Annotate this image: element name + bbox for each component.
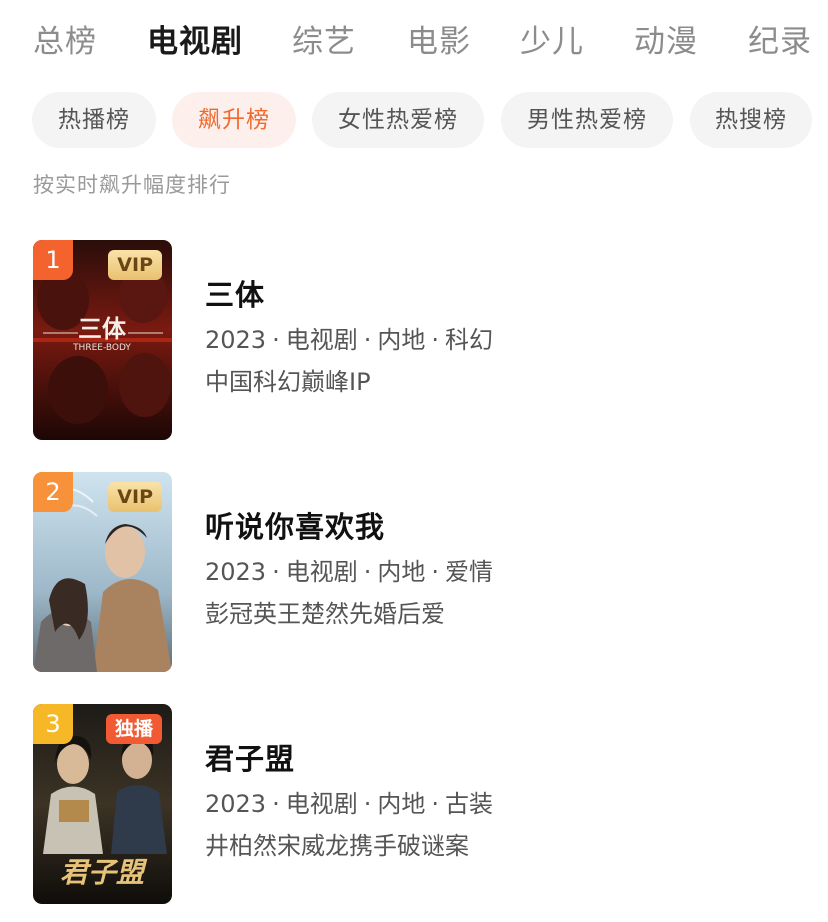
list-item[interactable]: 2 VIP 听说你喜欢我 2023 · 电视剧 · 内地 · 爱情 彭冠英王楚然先婚后爱: [0, 472, 828, 672]
meta-separator: ·: [363, 558, 372, 586]
ranking-screen: 总榜 电视剧 综艺 电影 少儿 动漫 纪录 热播榜 飙升榜 女性热爱榜 男性热爱…: [0, 0, 828, 922]
show-title[interactable]: 听说你喜欢我: [205, 506, 385, 548]
chip-hot-play[interactable]: 热播榜: [32, 92, 156, 148]
show-region: 内地: [377, 326, 426, 354]
poster-title-text: 三体: [78, 315, 127, 343]
tab-documentary[interactable]: 纪录: [748, 20, 812, 64]
rank-badge: 3: [33, 704, 73, 744]
poster-thumbnail[interactable]: 君子盟 3 独播: [33, 704, 172, 904]
show-genre: 电视剧: [285, 558, 358, 586]
tab-movie[interactable]: 电影: [407, 20, 471, 64]
list-item[interactable]: 君子盟 3 独播 君子盟 2023 · 电视剧 · 内地 · 古装 井柏然宋威龙携手破谜案: [0, 704, 828, 904]
chip-rising[interactable]: 飙升榜: [172, 92, 296, 148]
meta-separator: ·: [431, 558, 439, 586]
show-tag: 科幻: [445, 326, 493, 354]
show-meta: 2023 · 电视剧 · 内地 · 科幻: [205, 322, 493, 358]
vip-badge: VIP: [108, 250, 162, 280]
meta-separator: ·: [272, 326, 280, 354]
category-tabs: 总榜 电视剧 综艺 电影 少儿 动漫 纪录: [0, 0, 828, 84]
meta-separator: ·: [272, 558, 280, 586]
show-tag: 古装: [445, 790, 493, 818]
show-meta: 2023 · 电视剧 · 内地 · 古装: [205, 786, 493, 822]
poster-thumbnail[interactable]: 三体 THREE-BODY 1 VIP: [33, 240, 172, 440]
show-year: 2023: [205, 790, 267, 818]
show-description: 井柏然宋威龙携手破谜案: [205, 832, 469, 860]
poster-title-text: 君子盟: [60, 856, 148, 889]
show-genre: 电视剧: [285, 326, 358, 354]
show-genre: 电视剧: [285, 790, 358, 818]
meta-separator: ·: [272, 790, 280, 818]
meta-separator: ·: [363, 790, 372, 818]
tab-tv-series[interactable]: 电视剧: [147, 20, 243, 64]
exclusive-badge: 独播: [105, 714, 162, 744]
show-meta: 2023 · 电视剧 · 内地 · 爱情: [205, 554, 493, 590]
list-item[interactable]: 三体 THREE-BODY 1 VIP 三体 2023 · 电视剧 · 内地 · 科幻 中国…: [0, 240, 828, 440]
chip-hot-search[interactable]: 热搜榜: [690, 92, 812, 148]
poster-subtitle-text: THREE-BODY: [72, 343, 131, 353]
show-description: 彭冠英王楚然先婚后爱: [205, 600, 445, 628]
show-title[interactable]: 三体: [205, 274, 265, 316]
vip-badge: VIP: [108, 482, 162, 512]
chip-female-favorites[interactable]: 女性热爱榜: [312, 92, 484, 148]
ranking-type-chips: 热播榜 飙升榜 女性热爱榜 男性热爱榜 热搜榜: [0, 92, 828, 148]
poster-thumbnail[interactable]: 2 VIP: [33, 472, 172, 672]
chip-male-favorites[interactable]: 男性热爱榜: [501, 92, 673, 148]
rank-badge: 1: [33, 240, 73, 280]
show-tag: 爱情: [445, 558, 493, 586]
meta-separator: ·: [431, 326, 439, 354]
tab-overall[interactable]: 总榜: [33, 20, 97, 64]
show-region: 内地: [377, 558, 426, 586]
show-year: 2023: [205, 558, 267, 586]
tab-variety[interactable]: 综艺: [292, 20, 356, 64]
ranking-hint: 按实时飙升幅度排行: [33, 173, 231, 197]
show-region: 内地: [377, 790, 426, 818]
meta-separator: ·: [431, 790, 439, 818]
show-description: 中国科幻巅峰IP: [205, 368, 371, 396]
meta-separator: ·: [363, 326, 372, 354]
tab-kids[interactable]: 少儿: [520, 20, 584, 64]
show-title[interactable]: 君子盟: [205, 738, 295, 780]
show-year: 2023: [205, 326, 267, 354]
tab-anime[interactable]: 动漫: [634, 20, 698, 64]
rank-badge: 2: [33, 472, 73, 512]
